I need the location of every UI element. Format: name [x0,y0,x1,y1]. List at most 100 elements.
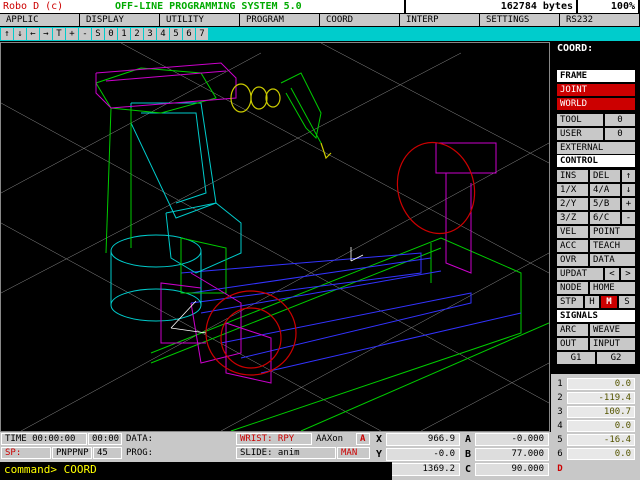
point-button[interactable]: POINT [590,226,635,238]
external-button[interactable]: EXTERNAL [557,142,635,154]
arrow-down-icon[interactable]: ↓ [622,184,635,196]
view-1-button[interactable]: 1 [118,28,130,40]
data-button[interactable]: DATA [590,254,635,266]
joint-number: 2 [557,392,563,403]
joint-number: 5 [557,434,563,445]
x-value[interactable]: 966.9 [386,433,460,446]
weave-button[interactable]: WEAVE [590,324,635,336]
y-value[interactable]: -0.0 [386,448,460,461]
joint-row: 5 -16.4 [553,433,639,446]
chevron-left-icon[interactable]: < [605,268,619,280]
home-button[interactable]: HOME [590,282,635,294]
view-2-button[interactable]: 2 [131,28,143,40]
arrow-up-icon[interactable]: ↑ [622,170,635,182]
zoom-in-button[interactable]: + [66,28,78,40]
joint-value[interactable]: 0.0 [567,377,635,390]
view-left-button[interactable]: ← [27,28,39,40]
slide-mode[interactable]: SLIDE: anim [236,447,336,459]
s-button[interactable]: S [619,296,635,308]
joint-row: 4 0.0 [553,419,639,432]
data-label: DATA: [123,433,235,445]
menu-settings[interactable]: SETTINGS [480,14,559,26]
a-flag[interactable]: A [356,433,370,445]
joint-value[interactable]: 0.0 [567,419,635,432]
menu-interp[interactable]: INTERP [400,14,479,26]
updat-button[interactable]: UPDAT [557,268,603,280]
menu-applic[interactable]: APPLIC [0,14,79,26]
view-3-button[interactable]: 3 [144,28,156,40]
c-value[interactable]: 90.000 [475,463,549,476]
joint-row: D [553,462,639,475]
view-up-button[interactable]: ↑ [1,28,13,40]
world-button[interactable]: WORLD [557,98,635,110]
chevron-right-icon[interactable]: > [621,268,635,280]
view-7-button[interactable]: 7 [196,28,208,40]
control-label: CONTROL [557,155,635,167]
joint-value[interactable]: -119.4 [567,391,635,404]
m-button[interactable]: M [601,296,617,308]
joint-row: 1 0.0 [553,377,639,390]
menu-rs232[interactable]: RS232 [560,14,639,26]
a-value[interactable]: -0.000 [475,433,549,446]
3d-viewport[interactable] [0,42,550,432]
prog-label: PROG: [123,447,235,459]
view-right-button[interactable]: → [40,28,52,40]
tool-value: 0 [605,114,635,126]
joint-value[interactable]: 0.0 [567,447,635,460]
minus-icon[interactable]: - [622,212,635,224]
user-button[interactable]: USER [557,128,603,140]
tool-bar: ↑ ↓ ← → T + - S 0 1 2 3 4 5 6 7 [0,27,640,41]
view-top-button[interactable]: T [53,28,65,40]
g2-button[interactable]: G2 [597,352,635,364]
command-line[interactable]: command> COORD [0,462,392,480]
input-button[interactable]: INPUT [590,338,635,350]
ins-button[interactable]: INS [557,170,588,182]
joint-4-a-button[interactable]: 4/A [590,184,620,196]
joint-value [567,463,635,475]
user-value: 0 [605,128,635,140]
joint-value[interactable]: -16.4 [567,433,635,446]
coord-header: COORD: [557,43,594,54]
ovr-button[interactable]: OVR [557,254,588,266]
del-button[interactable]: DEL [590,170,620,182]
view-4-button[interactable]: 4 [157,28,169,40]
b-value[interactable]: 77.000 [475,448,549,461]
zoom-out-button[interactable]: - [79,28,91,40]
joint-number: 1 [557,378,563,389]
y-axis-label: Y [375,449,383,460]
joint-number: D [557,463,563,474]
teach-button[interactable]: TEACH [590,240,635,252]
g1-button[interactable]: G1 [557,352,595,364]
view-5-button[interactable]: 5 [170,28,182,40]
view-0-button[interactable]: 0 [105,28,117,40]
vel-button[interactable]: VEL [557,226,588,238]
menu-coord[interactable]: COORD [320,14,399,26]
view-s-button[interactable]: S [92,28,104,40]
h-button[interactable]: H [585,296,599,308]
joint-1-x-button[interactable]: 1/X [557,184,588,196]
tool-button[interactable]: TOOL [557,114,603,126]
joint-value[interactable]: 100.7 [567,405,635,418]
joint-6-c-button[interactable]: 6/C [590,212,620,224]
joint-5-b-button[interactable]: 5/B [590,198,620,210]
joint-button[interactable]: JOINT [557,84,635,96]
menu-utility[interactable]: UTILITY [160,14,239,26]
view-6-button[interactable]: 6 [183,28,195,40]
joint-3-z-button[interactable]: 3/Z [557,212,588,224]
menu-program[interactable]: PROGRAM [240,14,319,26]
joint-2-y-button[interactable]: 2/Y [557,198,588,210]
wrist-mode[interactable]: WRIST: RPY [236,433,312,445]
arc-button[interactable]: ARC [557,324,588,336]
plus-icon[interactable]: + [622,198,635,210]
view-down-button[interactable]: ↓ [14,28,26,40]
node-button[interactable]: NODE [557,282,588,294]
stp-button[interactable]: STP [557,296,583,308]
man-mode[interactable]: MAN [337,447,370,459]
joint-number: 3 [557,406,563,417]
out-button[interactable]: OUT [557,338,588,350]
welding-torch [280,72,322,144]
z-value[interactable]: 1369.2 [386,463,460,476]
menu-display[interactable]: DISPLAY [80,14,159,26]
acc-button[interactable]: ACC [557,240,588,252]
zoom-level: 100% [578,0,638,13]
